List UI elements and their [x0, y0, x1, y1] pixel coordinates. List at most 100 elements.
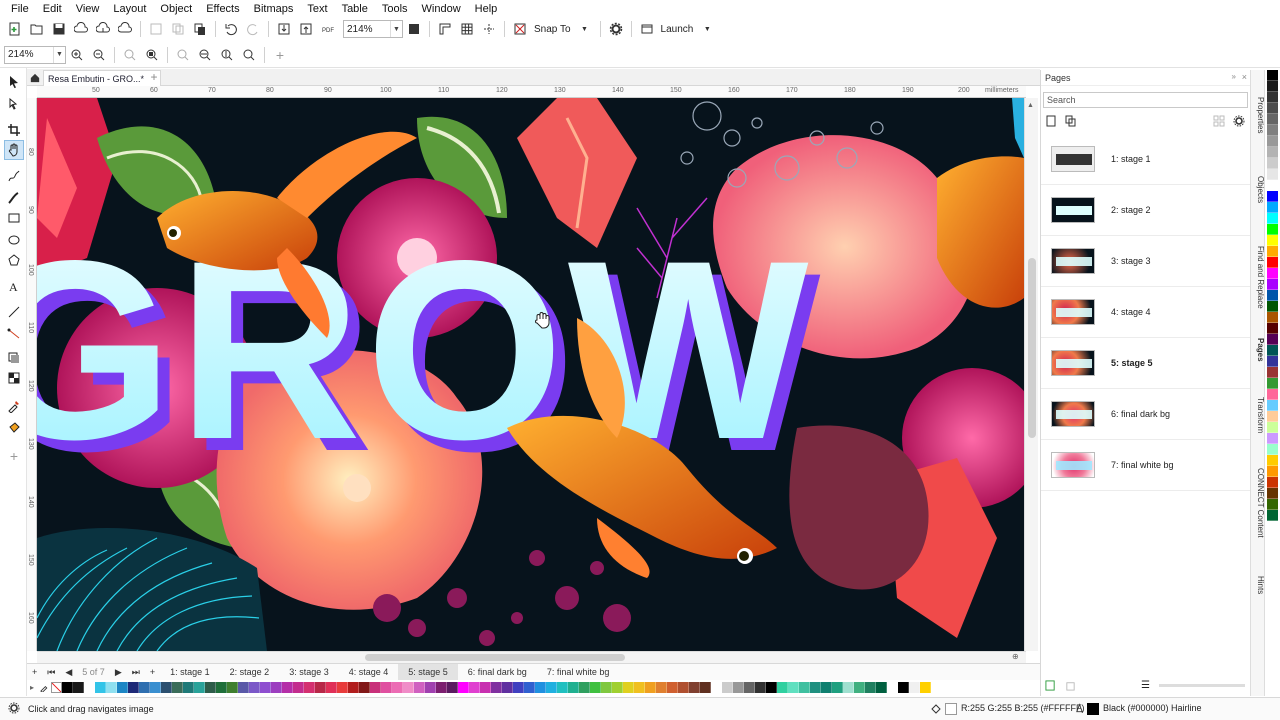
- palette-swatch[interactable]: [1267, 411, 1278, 422]
- palette-swatch[interactable]: [568, 682, 579, 693]
- delete-page-icon[interactable]: [1065, 680, 1077, 692]
- zoom-to-selected-icon[interactable]: [120, 45, 140, 65]
- palette-swatch[interactable]: [1267, 235, 1278, 246]
- menu-effects[interactable]: Effects: [199, 0, 246, 18]
- freehand-tool-icon[interactable]: [4, 166, 24, 186]
- outline-color-swatch[interactable]: [1087, 703, 1099, 715]
- show-guidelines-icon[interactable]: [479, 19, 499, 39]
- add-page-icon[interactable]: [1045, 680, 1057, 692]
- palette-swatch[interactable]: [722, 682, 733, 693]
- palette-swatch[interactable]: [304, 682, 315, 693]
- palette-swatch[interactable]: [1267, 400, 1278, 411]
- palette-swatch[interactable]: [469, 682, 480, 693]
- palette-swatch[interactable]: [62, 682, 73, 693]
- import-icon[interactable]: [274, 19, 294, 39]
- menu-view[interactable]: View: [69, 0, 107, 18]
- palette-swatch[interactable]: [1267, 158, 1278, 169]
- first-page-icon[interactable]: ⏮: [42, 667, 60, 678]
- menu-help[interactable]: Help: [468, 0, 505, 18]
- connector-tool-icon[interactable]: [4, 324, 24, 344]
- crop-tool-icon[interactable]: [4, 120, 24, 140]
- side-tab-hints[interactable]: Hints: [1251, 570, 1265, 600]
- palette-swatch[interactable]: [1267, 334, 1278, 345]
- palette-swatch[interactable]: [1267, 268, 1278, 279]
- side-tab-pages[interactable]: Pages: [1251, 335, 1265, 365]
- palette-swatch[interactable]: [425, 682, 436, 693]
- side-tab-transform[interactable]: Transform: [1251, 390, 1265, 440]
- next-page-icon[interactable]: ▶: [110, 667, 127, 678]
- palette-swatch[interactable]: [1267, 488, 1278, 499]
- palette-swatch[interactable]: [480, 682, 491, 693]
- view-mode-icon[interactable]: [1213, 115, 1227, 129]
- zoom-to-all-objects-icon[interactable]: [142, 45, 162, 65]
- close-icon[interactable]: ×: [1242, 72, 1247, 82]
- palette-swatch[interactable]: [557, 682, 568, 693]
- palette-swatch[interactable]: [1267, 433, 1278, 444]
- page-tab-4[interactable]: 4: stage 4: [339, 664, 399, 680]
- palette-swatch[interactable]: [1267, 466, 1278, 477]
- cloud-upload-icon[interactable]: [71, 19, 91, 39]
- page-item-5[interactable]: 5: stage 5: [1041, 338, 1251, 389]
- palette-swatch[interactable]: [227, 682, 238, 693]
- page-item-3[interactable]: 3: stage 3: [1041, 236, 1251, 287]
- thumbnail-size-slider[interactable]: [1159, 684, 1245, 687]
- save-icon[interactable]: [49, 19, 69, 39]
- drop-shadow-tool-icon[interactable]: [4, 348, 24, 368]
- palette-swatch[interactable]: [403, 682, 414, 693]
- menu-bitmaps[interactable]: Bitmaps: [247, 0, 301, 18]
- palette-swatch[interactable]: [579, 682, 590, 693]
- menu-window[interactable]: Window: [415, 0, 468, 18]
- menu-edit[interactable]: Edit: [36, 0, 69, 18]
- palette-swatch[interactable]: [282, 682, 293, 693]
- zoom-extent-icon[interactable]: [239, 45, 259, 65]
- palette-swatch[interactable]: [117, 682, 128, 693]
- polygon-tool-icon[interactable]: [4, 250, 24, 270]
- palette-swatch[interactable]: [205, 682, 216, 693]
- palette-swatch[interactable]: [293, 682, 304, 693]
- zoom-to-page-icon[interactable]: [173, 45, 193, 65]
- horizontal-scroll-thumb[interactable]: [365, 654, 625, 661]
- paste-icon[interactable]: [190, 19, 210, 39]
- palette-swatch[interactable]: [1267, 180, 1278, 191]
- palette-swatch[interactable]: [370, 682, 381, 693]
- transparency-tool-icon[interactable]: [4, 368, 24, 388]
- palette-swatch[interactable]: [348, 682, 359, 693]
- palette-swatch[interactable]: [106, 682, 117, 693]
- palette-swatch[interactable]: [139, 682, 150, 693]
- palette-swatch[interactable]: [777, 682, 788, 693]
- gear-icon[interactable]: [606, 19, 626, 39]
- palette-swatch[interactable]: [832, 682, 843, 693]
- document-tab[interactable]: Resa Embutin - GRO...*: [43, 70, 161, 86]
- pan-tool-icon[interactable]: [4, 140, 24, 160]
- fill-icon[interactable]: [930, 703, 942, 715]
- page-tab-1[interactable]: 1: stage 1: [160, 664, 220, 680]
- palette-swatch[interactable]: [766, 682, 777, 693]
- palette-swatch[interactable]: [854, 682, 865, 693]
- gear-icon[interactable]: [8, 702, 22, 716]
- gear-icon[interactable]: [1233, 115, 1247, 129]
- palette-scroll-left-icon[interactable]: ▸: [27, 683, 37, 692]
- palette-swatch[interactable]: [1267, 191, 1278, 202]
- palette-swatch[interactable]: [524, 682, 535, 693]
- palette-swatch[interactable]: [216, 682, 227, 693]
- palette-swatch[interactable]: [601, 682, 612, 693]
- pick-tool-icon[interactable]: [4, 72, 24, 92]
- palette-swatch[interactable]: [1267, 103, 1278, 114]
- palette-swatch[interactable]: [161, 682, 172, 693]
- palette-swatch[interactable]: [315, 682, 326, 693]
- palette-swatch[interactable]: [590, 682, 601, 693]
- page-tab-6[interactable]: 6: final dark bg: [458, 664, 537, 680]
- palette-swatch[interactable]: [1267, 92, 1278, 103]
- ellipse-tool-icon[interactable]: [4, 230, 24, 250]
- palette-swatch[interactable]: [1267, 345, 1278, 356]
- palette-swatch[interactable]: [1267, 455, 1278, 466]
- add-icon[interactable]: +: [270, 45, 290, 65]
- palette-swatch[interactable]: [898, 682, 909, 693]
- chevron-down-icon[interactable]: ▼: [697, 19, 717, 39]
- palette-swatch[interactable]: [260, 682, 271, 693]
- palette-swatch[interactable]: [359, 682, 370, 693]
- palette-swatch[interactable]: [1267, 323, 1278, 334]
- palette-swatch[interactable]: [194, 682, 205, 693]
- snap-off-icon[interactable]: [510, 19, 530, 39]
- scroll-up-icon[interactable]: ▲: [1027, 102, 1036, 109]
